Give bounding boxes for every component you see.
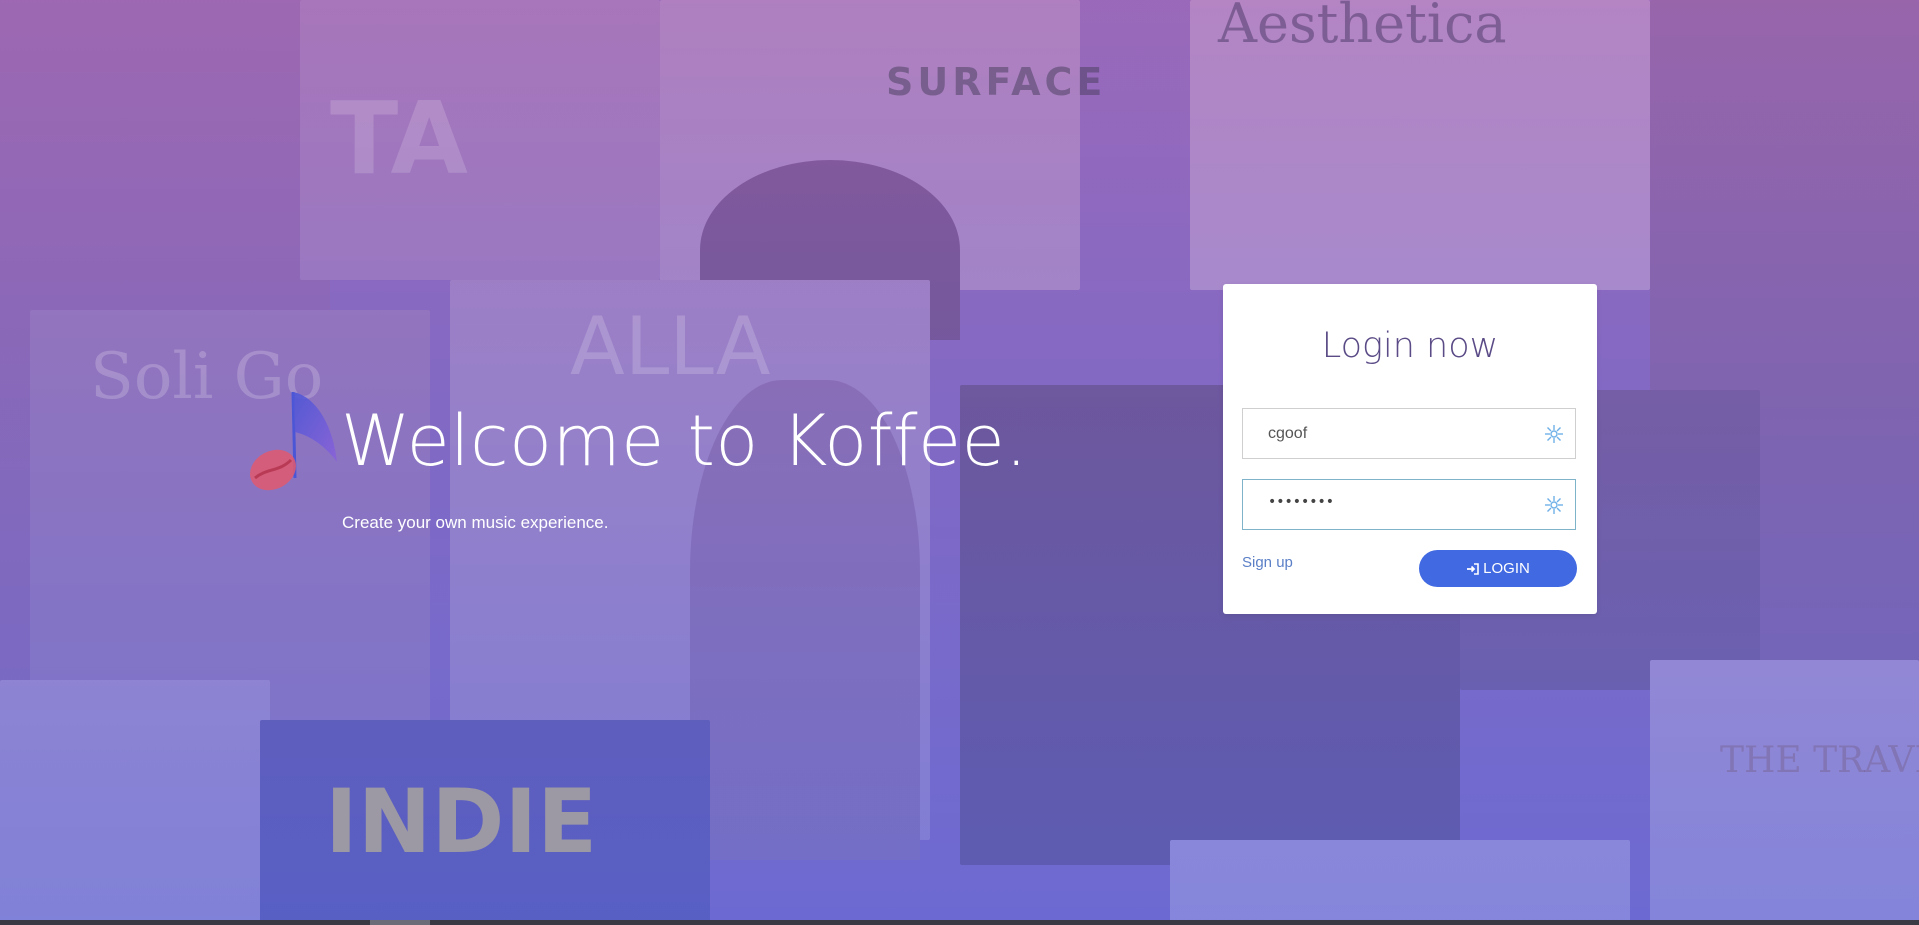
login-button[interactable]: LOGIN [1419, 550, 1577, 587]
bg-magazine-title: INDIE [325, 770, 598, 873]
snowflake-icon [1545, 496, 1563, 514]
bg-magazine-title: ALLA [570, 300, 771, 393]
login-button-label: LOGIN [1483, 560, 1530, 577]
signup-link[interactable]: Sign up [1242, 554, 1293, 571]
sign-in-icon [1467, 562, 1479, 575]
username-input[interactable] [1243, 409, 1533, 458]
login-title: Login now [1321, 326, 1499, 366]
bg-magazine-title: THE TRAVE [1720, 740, 1919, 781]
hero-subtitle: Create your own music experience. [342, 513, 609, 532]
bg-magazine-title: TA [330, 80, 468, 197]
password-field[interactable]: •••••••• [1242, 479, 1576, 530]
login-card: Login now •••••••• [1223, 284, 1597, 614]
login-page: Aesthetica SURFACE INDIE THE TRAVE Soli … [0, 0, 1919, 925]
music-note-coffee-bean-logo [250, 391, 337, 491]
scrollbar-thumb[interactable] [370, 920, 430, 925]
hero-title: Welcome to Koffee. [341, 400, 1028, 482]
bottom-scrollbar[interactable] [0, 920, 1919, 925]
password-input[interactable]: •••••••• [1268, 494, 1334, 510]
snowflake-icon [1545, 425, 1563, 443]
username-field[interactable] [1242, 408, 1576, 459]
bg-magazine-title: SURFACE [886, 60, 1107, 104]
bg-magazine-title: Aesthetica [1218, 0, 1507, 55]
